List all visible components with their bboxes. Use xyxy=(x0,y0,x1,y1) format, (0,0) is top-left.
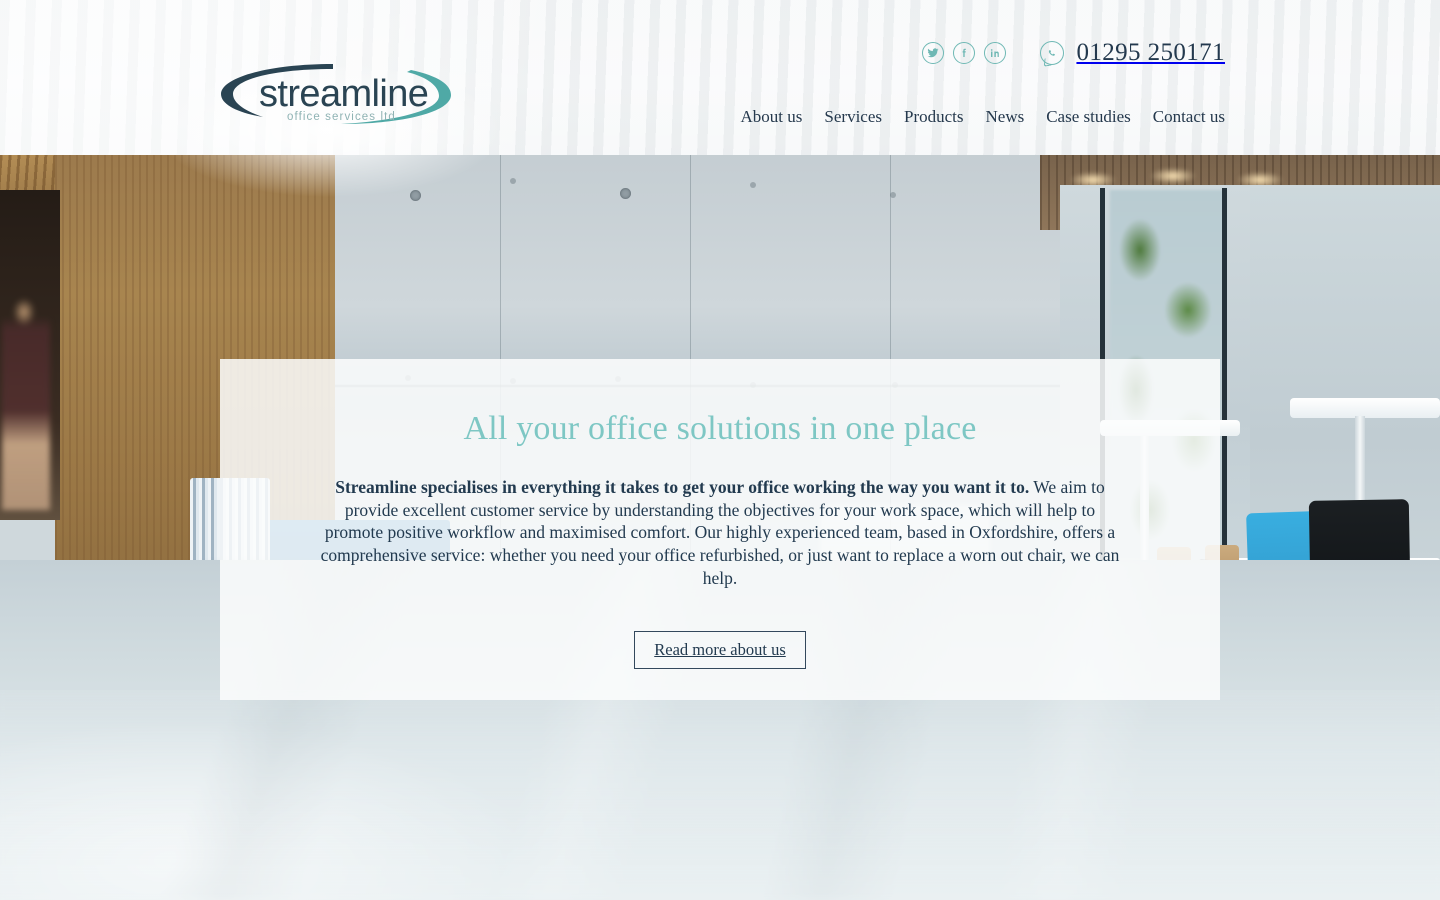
whatsapp-icon xyxy=(1040,41,1065,65)
hero-body-text: Streamline specialises in everything it … xyxy=(317,476,1123,590)
social-links xyxy=(922,42,1007,64)
logo-tagline: office services ltd xyxy=(287,111,396,123)
nav-item-case-studies[interactable]: Case studies xyxy=(1046,107,1131,127)
header-contact-bar: 01295 250171 xyxy=(922,39,1225,67)
page-root: streamline office services ltd 01295 250… xyxy=(0,0,1440,900)
phone-number: 01295 250171 xyxy=(1076,39,1225,66)
right-white-table xyxy=(1290,398,1440,418)
hero-body-lead: Streamline specialises in everything it … xyxy=(335,476,1030,497)
blurred-person xyxy=(2,290,50,510)
linkedin-icon[interactable] xyxy=(984,42,1007,64)
site-header: streamline office services ltd 01295 250… xyxy=(0,0,1440,200)
phone-link[interactable]: 01295 250171 xyxy=(1040,39,1225,67)
nav-item-about-us[interactable]: About us xyxy=(741,107,803,127)
logo-wordmark: streamline xyxy=(259,73,428,115)
twitter-icon[interactable] xyxy=(922,42,945,64)
facebook-icon[interactable] xyxy=(953,42,976,64)
main-navigation: About us Services Products News Case stu… xyxy=(741,107,1225,127)
read-more-about-us-button[interactable]: Read more about us xyxy=(634,630,806,669)
site-logo[interactable]: streamline office services ltd xyxy=(215,58,455,130)
foreground-blur xyxy=(0,690,1440,900)
nav-item-contact-us[interactable]: Contact us xyxy=(1153,107,1225,127)
nav-item-news[interactable]: News xyxy=(986,107,1025,127)
nav-item-services[interactable]: Services xyxy=(824,107,882,127)
page-title: All your office solutions in one place xyxy=(463,410,977,447)
hero-content-panel: All your office solutions in one place S… xyxy=(220,359,1220,700)
nav-item-products[interactable]: Products xyxy=(904,107,964,127)
